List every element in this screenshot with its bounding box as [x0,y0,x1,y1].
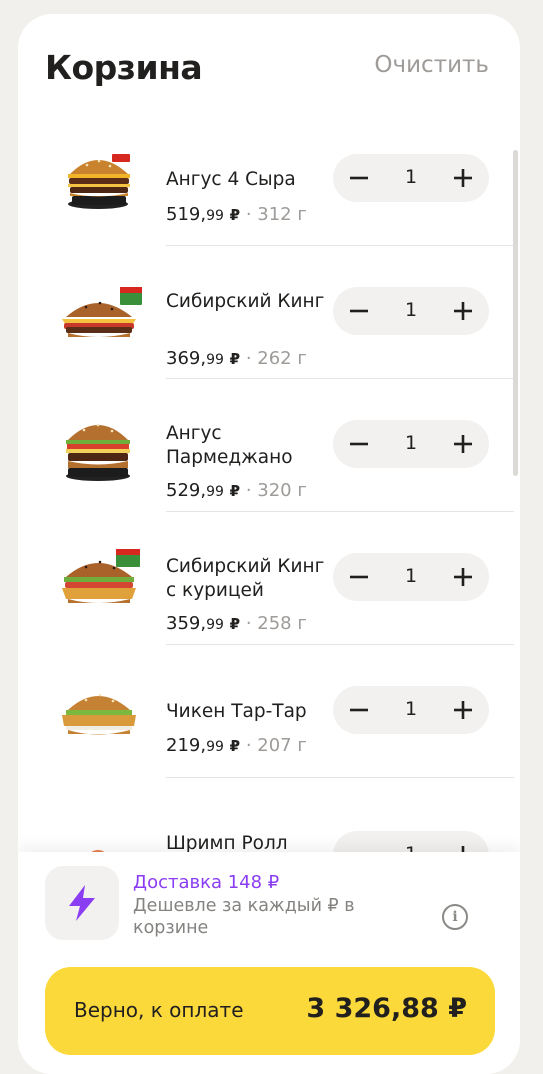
checkout-total: 3 326,88 ₽ [306,993,467,1024]
plus-icon[interactable] [439,154,487,202]
price-currency: ₽ [229,350,241,368]
item-name: Ангус Пармеджано [166,423,293,468]
price-frac: 99 [206,617,224,633]
info-icon[interactable]: i [442,904,468,930]
clear-cart-button[interactable]: Очистить [374,52,489,78]
price-currency: ₽ [229,482,241,500]
page-title: Корзина [45,48,203,87]
quantity-stepper: 1 [333,420,489,468]
plus-icon[interactable] [439,553,487,601]
item-price: 219,99 ₽ · 207 г [166,735,307,756]
price-int: 219, [166,735,207,756]
angus-parmigiano-burger-image [52,396,148,492]
price-currency: ₽ [229,737,241,755]
item-weight: · 262 г [245,348,307,369]
plus-icon[interactable] [439,287,487,335]
delivery-subtitle: Дешевле за каждый ₽ в корзине [133,896,355,938]
price-frac: 99 [206,208,224,224]
quantity-stepper: 1 [333,287,489,335]
cart-item: Ангус Пармеджано 529,99 ₽ · 320 г 1 [18,378,514,511]
cart-item: Чикен Тар-Тар 219,99 ₽ · 207 г 1 [18,644,514,777]
quantity-stepper: 1 [333,553,489,601]
cart-item: Сибирский Кинг с курицей 359,99 ₽ · 258 … [18,511,514,644]
item-name: Сибирский Кинг с курицей [166,556,325,601]
item-price: 529,99 ₽ · 320 г [166,480,307,501]
price-frac: 99 [206,484,224,500]
cart-item: Ангус 4 Сыра 519,99 ₽ · 312 г 1 [18,112,514,245]
item-name: Ангус 4 Сыра [166,169,296,190]
price-int: 369, [166,348,207,369]
plus-icon[interactable] [439,686,487,734]
item-weight: · 258 г [245,613,307,634]
item-weight: · 312 г [245,204,307,225]
item-name: Сибирский Кинг [166,291,325,312]
price-int: 359, [166,613,207,634]
price-int: 529, [166,480,207,501]
siberian-king-chicken-burger-image [52,529,148,625]
delivery-price: Доставка 148 ₽ [133,872,280,893]
lightning-bolt-icon [45,866,119,940]
plus-icon[interactable] [439,420,487,468]
item-price: 519,99 ₽ · 312 г [166,204,307,225]
quantity-stepper: 1 [333,154,489,202]
cart-item: Сибирский Кинг 369,99 ₽ · 262 г 1 [18,245,514,378]
angus-4-cheese-burger-image [52,126,148,222]
price-currency: ₽ [229,615,241,633]
cart-card: Корзина Очистить Ангус 4 Сыра 519,99 ₽ ·… [18,14,520,1074]
price-int: 519, [166,204,207,225]
item-weight: · 320 г [245,480,307,501]
price-currency: ₽ [229,206,241,224]
price-frac: 99 [206,352,224,368]
siberian-king-burger-image [52,265,148,361]
item-price: 369,99 ₽ · 262 г [166,348,307,369]
chicken-tartar-burger-image [52,664,148,760]
checkout-label: Верно, к оплате [74,998,244,1022]
price-frac: 99 [206,739,224,755]
item-name: Чикен Тар-Тар [166,701,307,722]
checkout-button[interactable]: Верно, к оплате 3 326,88 ₽ [45,967,495,1055]
quantity-stepper: 1 [333,686,489,734]
item-weight: · 207 г [245,735,307,756]
checkout-panel: Доставка 148 ₽ Дешевле за каждый ₽ в кор… [18,852,520,1074]
item-price: 359,99 ₽ · 258 г [166,613,307,634]
